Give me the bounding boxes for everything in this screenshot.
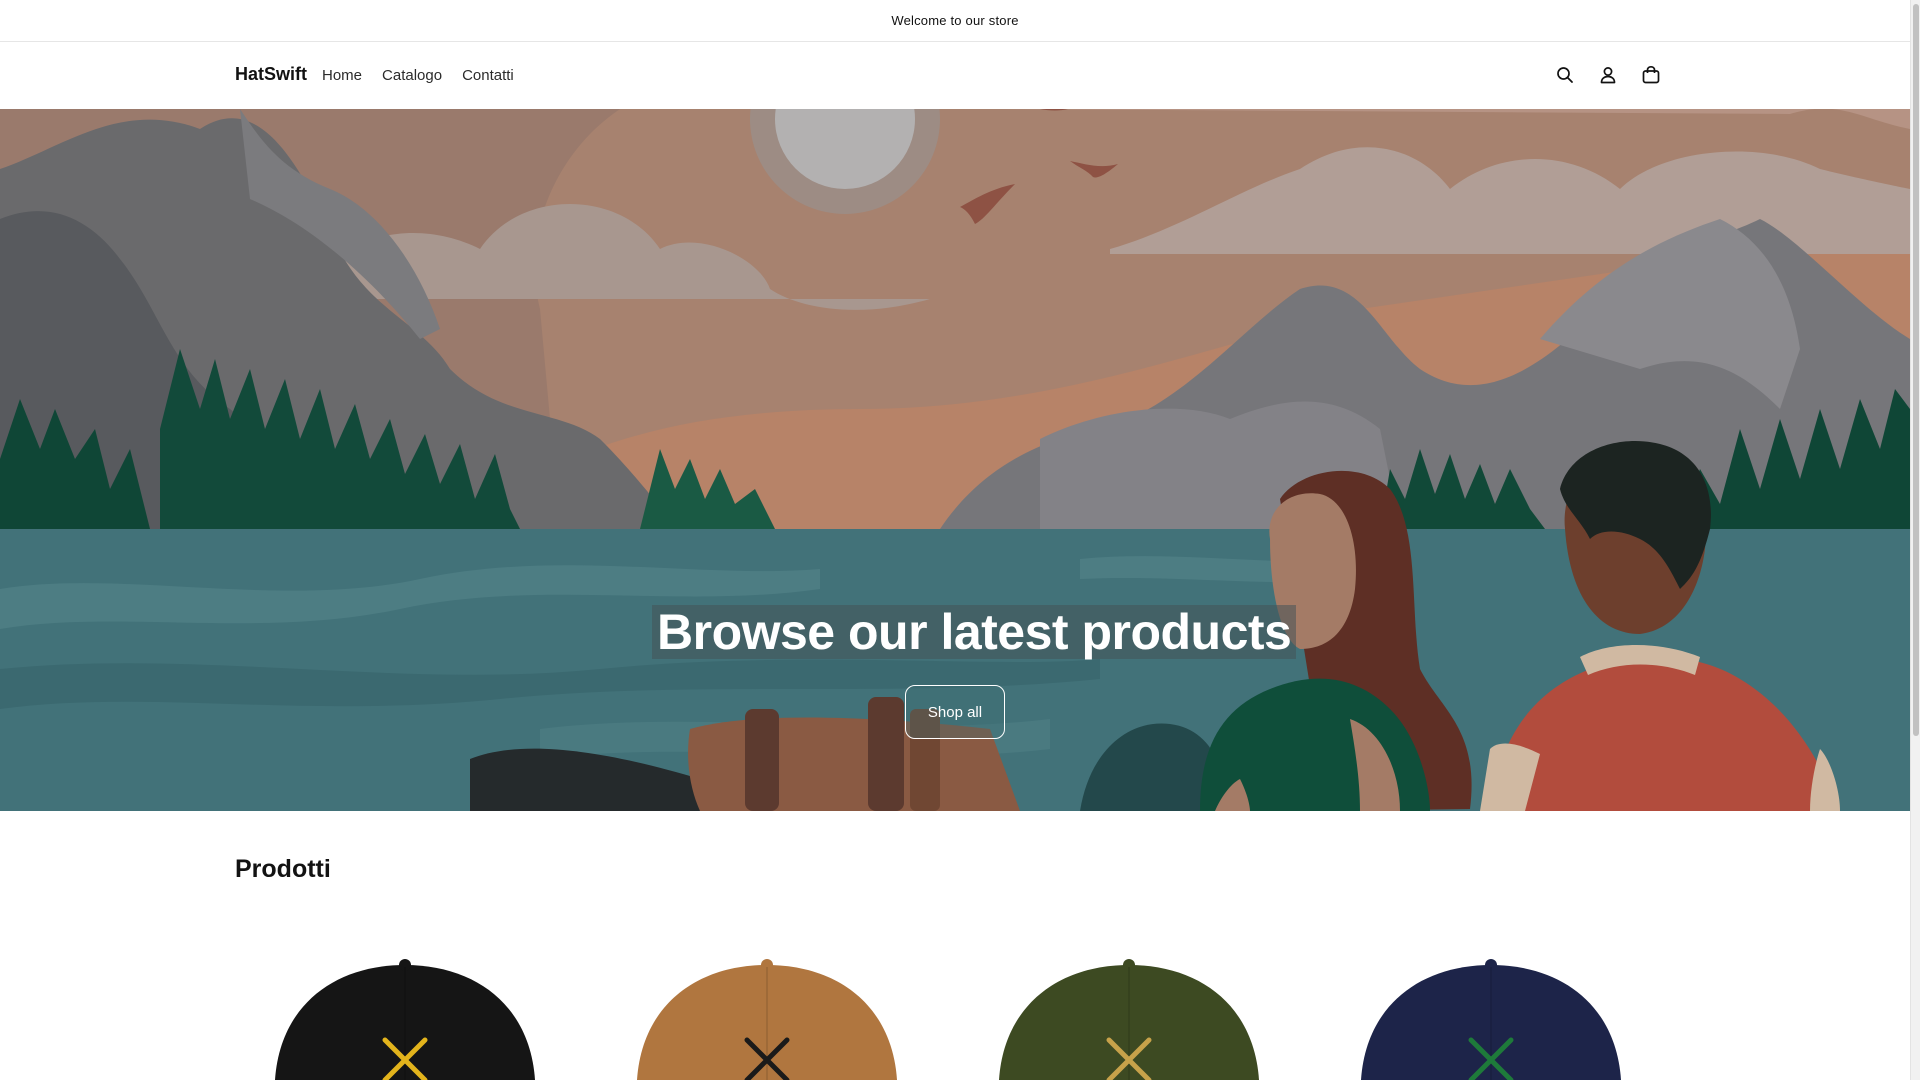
announcement-text: Welcome to our store [891, 13, 1019, 28]
product-image [1361, 959, 1621, 1080]
nav-home[interactable]: Home [322, 67, 362, 84]
product-card[interactable] [597, 945, 937, 1080]
account-icon[interactable] [1596, 62, 1620, 88]
store-logo[interactable]: HatSwift [235, 64, 307, 85]
product-image [999, 959, 1259, 1080]
scrollbar-thumb[interactable] [1913, 4, 1919, 736]
product-card[interactable] [235, 945, 575, 1080]
header-icons [1553, 62, 1663, 88]
product-image [637, 959, 897, 1080]
nav-catalogo[interactable]: Catalogo [382, 67, 442, 84]
nav-contatti[interactable]: Contatti [462, 67, 514, 84]
hero-heading: Browse our latest products [652, 605, 1297, 659]
shop-all-button[interactable]: Shop all [905, 685, 1005, 739]
product-card[interactable] [959, 945, 1299, 1080]
page-scrollbar[interactable] [1910, 0, 1920, 1080]
product-image [275, 959, 535, 1080]
announcement-bar: Welcome to our store [0, 0, 1910, 42]
hero-banner: Browse our latest products Shop all [0, 109, 1910, 811]
site-header: HatSwift Home Catalogo Contatti [0, 42, 1910, 109]
main-nav: Home Catalogo Contatti [322, 67, 514, 84]
cart-icon[interactable] [1639, 62, 1663, 88]
product-grid [235, 945, 1675, 1080]
search-icon[interactable] [1553, 62, 1577, 88]
product-card[interactable] [1321, 945, 1661, 1080]
products-section-title: Prodotti [235, 855, 331, 883]
